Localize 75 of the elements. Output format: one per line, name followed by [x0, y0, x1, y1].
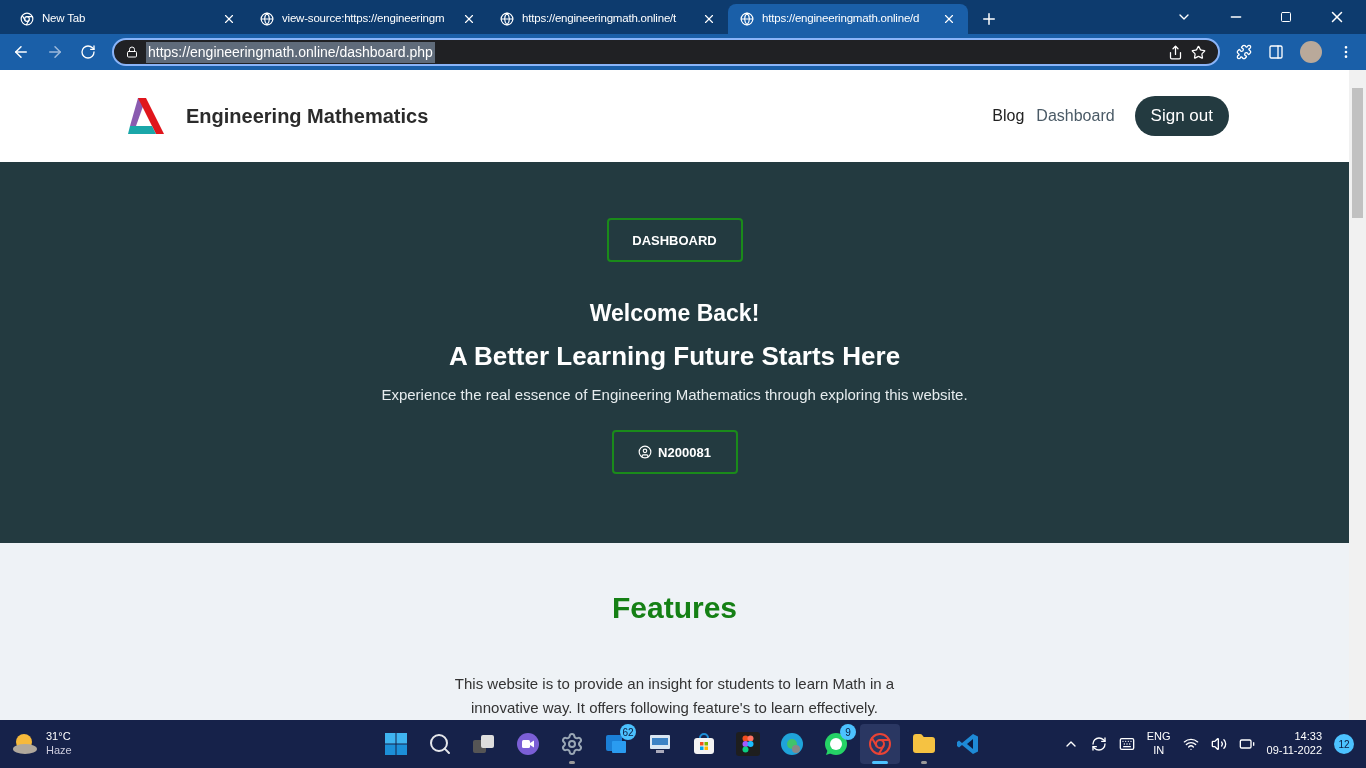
sun-cloud-icon [12, 733, 38, 755]
clock-time: 14:33 [1294, 730, 1322, 744]
notification-badge[interactable]: 12 [1334, 734, 1354, 754]
taskbar-app-button[interactable]: 9 [816, 724, 856, 764]
sign-out-button[interactable]: Sign out [1134, 96, 1229, 137]
bookmark-star-icon[interactable] [1191, 44, 1206, 60]
settings-icon [560, 732, 584, 756]
running-indicator [872, 761, 888, 764]
globe-icon [260, 12, 274, 26]
features-text: This website is to provide an insight for students to learn Math in a innovative way. It offers following feature's to learn effectively. [453, 674, 896, 718]
tab-title: https://engineeringmath.online/t [522, 11, 678, 27]
profile-avatar[interactable] [1300, 41, 1322, 63]
hero-subtitle: Experience the real essence of Engineering Mathematics through exploring this website. [381, 384, 968, 405]
browser-tab[interactable]: https://engineeringmath.online/d [728, 4, 968, 34]
user-icon [638, 445, 653, 460]
nav-link[interactable]: Dashboard [1036, 104, 1115, 129]
running-indicator [569, 761, 575, 764]
forward-icon[interactable] [46, 43, 64, 61]
browser-tab[interactable]: view-source:https://engineeringm [248, 4, 488, 34]
wifi-icon[interactable] [1182, 736, 1199, 752]
nav-link[interactable]: Blog [992, 104, 1025, 129]
globe-icon [500, 12, 514, 26]
figma-logo-icon [736, 732, 760, 756]
welcome-heading: Welcome Back! [589, 299, 760, 329]
tab-title: https://engineeringmath.online/d [762, 11, 921, 27]
monitor-icon [648, 732, 672, 756]
triangle-logo-icon [128, 96, 166, 137]
tab-title: view-source:https://engineeringm [282, 11, 446, 27]
back-icon[interactable] [12, 43, 30, 61]
close-icon[interactable] [222, 12, 236, 26]
language-text: ENG [1146, 730, 1171, 744]
extensions-icon[interactable] [1236, 44, 1252, 60]
keyboard-icon[interactable] [1118, 736, 1135, 752]
address-bar[interactable]: https://engineeringmath.online/dashboard.php [112, 38, 1220, 66]
windows-logo-icon [384, 732, 408, 756]
reload-icon[interactable] [80, 44, 96, 60]
folder-icon [912, 732, 936, 756]
weather-condition: Haze [46, 744, 72, 758]
battery-icon[interactable] [1238, 736, 1255, 752]
tab-title: New Tab [42, 11, 87, 27]
close-icon[interactable] [462, 12, 476, 26]
lock-icon [126, 46, 138, 58]
taskbar-app-button[interactable] [860, 724, 900, 764]
new-tab-icon[interactable] [980, 10, 998, 28]
user-id-button[interactable]: N200081 [611, 430, 738, 475]
side-panel-icon[interactable] [1268, 44, 1284, 60]
sync-icon[interactable] [1090, 736, 1107, 752]
task-view-icon [472, 732, 496, 756]
restore-icon[interactable] [1280, 11, 1292, 23]
temperature-text: 31°C [46, 730, 72, 744]
scrollbar[interactable] [1349, 70, 1366, 720]
hero-headline: A Better Learning Future Starts Here [448, 339, 901, 373]
site-title: Engineering Mathematics [186, 104, 429, 130]
code-editor-icon [956, 732, 980, 756]
video-chat-icon [516, 732, 540, 756]
close-icon[interactable] [942, 12, 956, 26]
chrome-logo-icon [868, 732, 892, 756]
region-text: IN [1153, 744, 1165, 758]
count-badge: 62 [620, 724, 636, 740]
search-icon [428, 732, 452, 756]
url-text: https://engineeringmath.online/dashboard.php [146, 41, 435, 63]
clock-date: 09-11-2022 [1266, 744, 1322, 758]
share-icon[interactable] [1168, 44, 1183, 60]
shopping-bag-icon [692, 732, 716, 756]
count-badge: 9 [840, 724, 856, 740]
browser-tab[interactable]: New Tab [8, 4, 248, 34]
chrome-logo-icon [20, 12, 34, 26]
speaker-icon[interactable] [1210, 736, 1227, 752]
close-icon[interactable] [702, 12, 716, 26]
dashboard-badge: DASHBOARD [606, 218, 743, 263]
features-heading: Features [611, 590, 738, 626]
browser-tab[interactable]: https://engineeringmath.online/t [488, 4, 728, 34]
globe-icon [740, 12, 754, 26]
taskbar-app-button[interactable]: 62 [596, 724, 636, 764]
running-indicator [921, 761, 927, 764]
